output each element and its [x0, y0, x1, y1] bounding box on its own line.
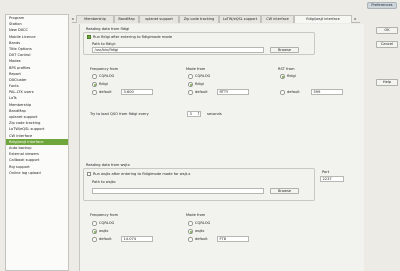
fldigi-mode-cqrlog-radio[interactable]	[188, 74, 193, 79]
wsjt-mode-wsjtx-radio[interactable]	[188, 229, 193, 234]
fldigi-mode-default-label: default	[195, 90, 208, 94]
fldigi-interval-label: Try to load QSO from fldigi every	[90, 112, 149, 116]
wsjt-mode-default-radio[interactable]	[188, 237, 193, 242]
fldigi-rst-fldigi-label: fldigi	[287, 74, 296, 78]
tab-lotw-eqsl-support[interactable]: LoTW/eQSL support	[219, 15, 261, 23]
sidebar-item-online-log-upload[interactable]: Online log upload	[6, 170, 68, 176]
fldigi-browse-button[interactable]: Browse	[270, 47, 299, 53]
fldigi-freq-default-label: default	[99, 90, 112, 94]
fldigi-rst-fldigi-radio[interactable]	[280, 74, 285, 79]
help-button[interactable]: Help	[376, 79, 398, 86]
tab-xplanet-support[interactable]: xplanet support	[139, 15, 179, 23]
wsjt-group-title: Reading data from wsjtx	[86, 163, 130, 167]
tab-cw-interface[interactable]: CW interface	[261, 15, 294, 23]
fldigi-frequency-title: Frequency from	[90, 67, 119, 71]
fldigi-freq-fldigi-radio[interactable]	[92, 82, 97, 87]
fldigi-mode-select[interactable]: RTTY	[217, 89, 249, 95]
fldigi-interval-spinner[interactable]: 3 ▴ ▾	[187, 111, 201, 117]
window-titlebar: Preferences	[0, 0, 400, 12]
fldigi-freq-default-input[interactable]: 3.600	[121, 89, 153, 95]
wsjt-frequency-title: Frequency from	[90, 213, 119, 217]
fldigi-path-label: Path to fldigi:	[92, 42, 116, 46]
fldigi-run-label: Run fldigi after entering to fldigimode …	[93, 35, 173, 39]
wsjt-browse-button[interactable]: Browse	[270, 188, 299, 194]
wsjt-port-label: Port	[322, 170, 330, 174]
fldigi-mode-select-value: RTTY	[219, 90, 229, 94]
fldigi-freq-cqrlog-radio[interactable]	[92, 74, 97, 79]
fldigi-path-input[interactable]: /usr/bin/fldigi	[92, 47, 264, 53]
fldigi-mode-default-radio[interactable]	[188, 90, 193, 95]
settings-panel: Reading data from fldigi Run fldigi afte…	[79, 24, 364, 271]
wsjt-run-label: Run wsjtx after entering to fldigimode m…	[93, 172, 191, 176]
fldigi-freq-fldigi-label: fldigi	[99, 82, 108, 86]
wsjt-freq-wsjtx-radio[interactable]	[92, 229, 97, 234]
fldigi-mode-fldigi-label: fldigi	[195, 82, 204, 86]
sidebar: Program Station New DXCC Mobile Licence Band…	[5, 14, 69, 271]
wsjt-run-checkbox[interactable]	[87, 172, 91, 176]
tab-zip-code-tracking[interactable]: Zip code tracking	[179, 15, 219, 23]
fldigi-mode-title: Mode from	[186, 67, 206, 71]
tab-bar: ◂ Membership BandMap xplanet support Zip…	[70, 15, 360, 23]
wsjt-mode-default-label: default	[195, 237, 208, 241]
fldigi-freq-default-radio[interactable]	[92, 90, 97, 95]
tab-scroll-left-icon[interactable]: ◂	[70, 15, 75, 23]
wsjt-freq-default-input[interactable]: 14.074	[121, 236, 153, 242]
wsjt-mode-cqrlog-label: CQRLOG	[195, 221, 211, 225]
fldigi-rst-default-label: default	[287, 90, 300, 94]
wsjt-freq-cqrlog-label: CQRLOG	[99, 221, 115, 225]
tab-membership[interactable]: Membership	[76, 15, 114, 23]
title-preferences-button[interactable]: Preferences	[367, 2, 397, 9]
fldigi-interval-unit: seconds	[207, 112, 222, 116]
fldigi-mode-cqrlog-label: CQRLOG	[195, 74, 211, 78]
fldigi-group-title: Reading data from fldigi	[86, 27, 130, 31]
wsjt-mode-title: Mode from	[186, 213, 206, 217]
fldigi-rst-default-input[interactable]: 599	[311, 89, 343, 95]
wsjt-freq-wsjtx-label: wsjtx	[99, 229, 109, 233]
fldigi-rst-default-radio[interactable]	[280, 90, 285, 95]
wsjt-freq-cqrlog-radio[interactable]	[92, 221, 97, 226]
wsjt-path-input[interactable]	[92, 188, 264, 194]
fldigi-interval-value: 3	[189, 112, 192, 117]
ok-button[interactable]: OK	[376, 27, 398, 34]
fldigi-run-checkbox[interactable]	[87, 35, 91, 39]
wsjt-path-label: Path to wsjtx:	[92, 180, 117, 184]
wsjt-port-input[interactable]: 2237	[320, 176, 344, 182]
wsjt-freq-default-label: default	[99, 237, 112, 241]
tab-bandmap[interactable]: BandMap	[114, 15, 139, 23]
cancel-button[interactable]: Cancel	[376, 41, 398, 48]
fldigi-rst-title: RST from	[278, 67, 295, 71]
tab-fldigi-wsjt-interface[interactable]: fldigi/wsjt interface	[294, 15, 352, 23]
wsjt-mode-select-value: FT8	[219, 237, 227, 241]
wsjt-freq-default-radio[interactable]	[92, 237, 97, 242]
wsjt-mode-wsjtx-label: wsjtx	[195, 229, 205, 233]
wsjt-mode-cqrlog-radio[interactable]	[188, 221, 193, 226]
fldigi-mode-fldigi-radio[interactable]	[188, 82, 193, 87]
spinner-arrows-icon[interactable]: ▴ ▾	[197, 111, 200, 116]
wsjt-mode-select[interactable]: FT8	[217, 236, 249, 242]
tab-scroll-right-icon[interactable]: ▸	[353, 15, 358, 23]
fldigi-freq-cqrlog-label: CQRLOG	[99, 74, 115, 78]
